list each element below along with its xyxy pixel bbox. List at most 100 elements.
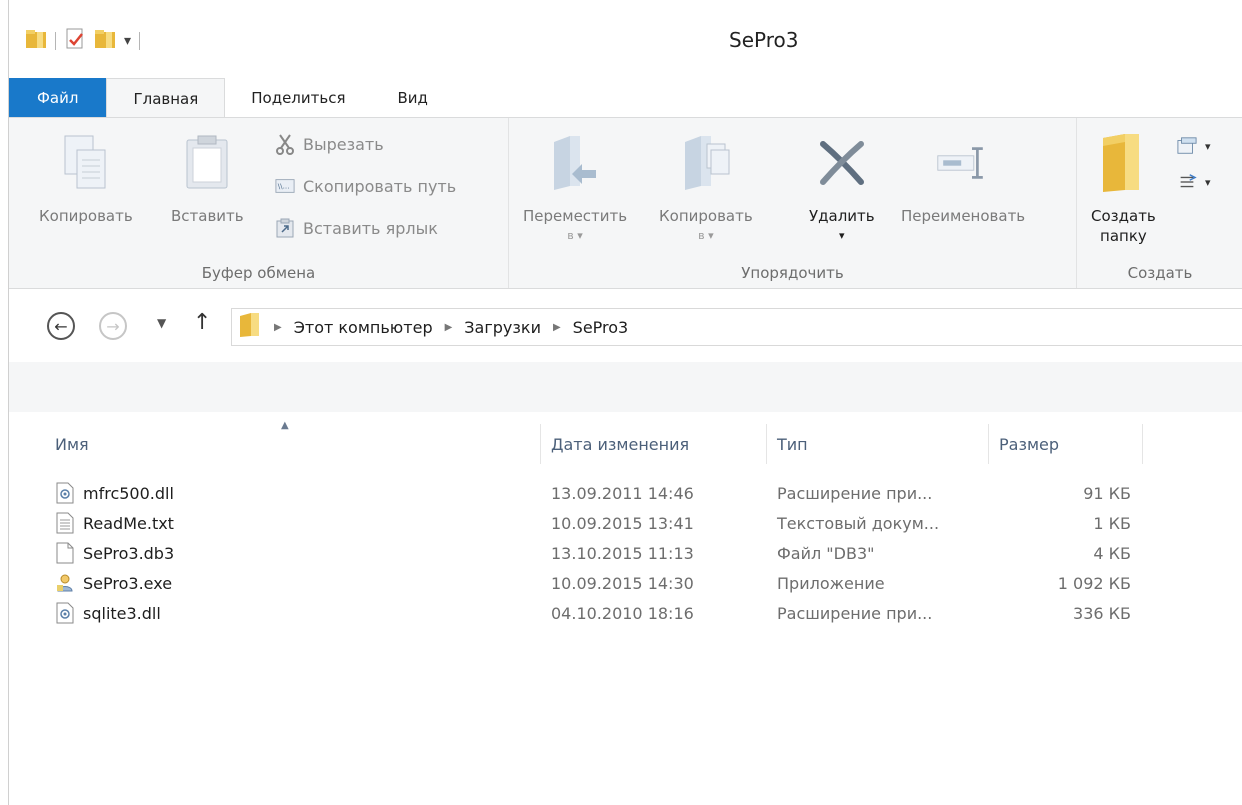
back-arrow-icon: ← <box>54 316 68 336</box>
file-type: Приложение <box>777 573 885 593</box>
column-header-size[interactable]: Размер <box>991 424 1143 464</box>
file-date: 10.09.2015 13:41 <box>551 513 694 533</box>
paste-shortcut-button[interactable]: Вставить ярлык <box>275 218 438 238</box>
dll-icon <box>55 482 75 504</box>
explorer-window: ▾ SePro3 Файл Главная Поделиться Вид Коп… <box>8 0 1242 805</box>
ribbon: Копировать Вставить Вырезать \\... Скопи… <box>9 117 1242 289</box>
paste-button-label: Вставить <box>171 207 244 225</box>
tab-view[interactable]: Вид <box>372 78 454 118</box>
rename-button[interactable]: Переименовать <box>901 132 1025 226</box>
svg-text:\\...: \\... <box>278 182 290 191</box>
new-group: Создать папку ▾ ▾ Создать <box>1077 118 1242 288</box>
column-header-name[interactable]: Имя <box>47 424 541 464</box>
breadcrumb-downloads[interactable]: Загрузки <box>464 318 541 337</box>
delete-button-label: Удалить <box>809 207 875 225</box>
exe-icon <box>55 572 75 594</box>
text-file-icon <box>55 512 75 534</box>
rename-button-label: Переименовать <box>901 207 1026 225</box>
delete-button[interactable]: Удалить ▾ <box>809 132 875 246</box>
copy-to-dropdown-label: в ▾ <box>698 229 714 242</box>
file-name-cell: SePro3.exe <box>55 568 172 598</box>
delete-x-icon <box>815 132 869 194</box>
copy-path-icon: \\... <box>275 176 295 196</box>
navigation-band <box>9 362 1242 412</box>
file-type: Файл "DB3" <box>777 543 875 563</box>
breadcrumb-separator[interactable]: ▶ <box>274 322 282 333</box>
column-header-type[interactable]: Тип <box>769 424 989 464</box>
file-name: SePro3.db3 <box>83 543 175 563</box>
title-bar: ▾ SePro3 <box>9 0 1242 78</box>
address-bar[interactable]: ▶ Этот компьютер ▶ Загрузки ▶ SePro3 <box>231 308 1242 346</box>
file-date: 13.10.2015 11:13 <box>551 543 694 563</box>
file-name-cell: SePro3.db3 <box>55 538 174 568</box>
breadcrumb-separator[interactable]: ▶ <box>445 322 453 333</box>
easy-access-icon <box>1177 172 1197 192</box>
forward-arrow-icon: → <box>106 316 120 336</box>
file-type: Расширение при... <box>777 483 933 503</box>
paste-button[interactable]: Вставить <box>171 132 244 226</box>
file-name-cell: mfrc500.dll <box>55 478 174 508</box>
file-size: 1 092 КБ <box>1057 573 1131 593</box>
file-size: 336 КБ <box>1073 603 1131 623</box>
file-date: 13.09.2011 14:46 <box>551 483 694 503</box>
breadcrumb-sepro3[interactable]: SePro3 <box>573 318 629 337</box>
breadcrumb-separator[interactable]: ▶ <box>553 322 561 333</box>
forward-button[interactable]: → <box>99 312 127 340</box>
easy-access-button[interactable]: ▾ <box>1177 172 1211 192</box>
file-row[interactable]: sqlite3.dll 04.10.2010 18:16 Расширение … <box>45 598 1145 628</box>
cut-button-label: Вырезать <box>303 134 384 154</box>
column-header-date[interactable]: Дата изменения <box>543 424 767 464</box>
tab-share[interactable]: Поделиться <box>225 78 371 118</box>
easy-access-dropdown-icon: ▾ <box>1205 175 1211 189</box>
rename-icon <box>936 132 990 194</box>
file-row[interactable]: SePro3.exe 10.09.2015 14:30 Приложение 1… <box>45 568 1145 598</box>
new-folder-label-2: папку <box>1100 227 1147 245</box>
file-row[interactable]: SePro3.db3 13.10.2015 11:13 Файл "DB3" 4… <box>45 538 1145 568</box>
file-row[interactable]: mfrc500.dll 13.09.2011 14:46 Расширение … <box>45 478 1145 508</box>
paste-shortcut-button-label: Вставить ярлык <box>303 218 438 238</box>
cut-button[interactable]: Вырезать <box>275 134 384 155</box>
new-folder-button[interactable]: Создать папку <box>1091 132 1156 246</box>
organize-group-label: Упорядочить <box>741 264 844 282</box>
copy-icon <box>59 132 113 194</box>
copy-to-icon <box>679 132 733 194</box>
tab-file[interactable]: Файл <box>9 78 107 118</box>
up-arrow-icon: ↑ <box>193 310 212 335</box>
breadcrumb-this-pc[interactable]: Этот компьютер <box>294 318 433 337</box>
new-item-button[interactable]: ▾ <box>1177 136 1211 156</box>
paste-icon <box>180 132 234 194</box>
move-to-dropdown-label: в ▾ <box>567 229 583 242</box>
file-name: ReadMe.txt <box>83 513 174 533</box>
up-button[interactable]: ↑ <box>193 310 211 335</box>
file-date: 10.09.2015 14:30 <box>551 573 694 593</box>
tab-home[interactable]: Главная <box>106 78 226 118</box>
paste-shortcut-icon <box>275 218 295 238</box>
file-date: 04.10.2010 18:16 <box>551 603 694 623</box>
copy-path-button-label: Скопировать путь <box>303 176 457 196</box>
file-name: sqlite3.dll <box>83 603 161 623</box>
delete-dropdown-label: ▾ <box>839 229 845 242</box>
file-size: 1 КБ <box>1093 513 1131 533</box>
move-to-button[interactable]: Переместить в ▾ <box>523 132 627 246</box>
file-name: SePro3.exe <box>83 573 173 593</box>
copy-to-button-label: Копировать <box>659 207 753 225</box>
scissors-icon <box>275 134 295 155</box>
dll-icon <box>55 602 75 624</box>
clipboard-group: Копировать Вставить Вырезать \\... Скопи… <box>9 118 509 288</box>
copy-button[interactable]: Копировать <box>39 132 133 226</box>
file-row[interactable]: ReadMe.txt 10.09.2015 13:41 Текстовый до… <box>45 508 1145 538</box>
file-name: mfrc500.dll <box>83 483 174 503</box>
move-to-icon <box>548 132 602 194</box>
file-name-cell: ReadMe.txt <box>55 508 174 538</box>
new-group-label: Создать <box>1127 264 1193 282</box>
copy-to-button[interactable]: Копировать в ▾ <box>659 132 753 246</box>
chevron-down-icon: ▼ <box>157 316 167 330</box>
recent-locations-dropdown[interactable]: ▼ <box>157 316 166 330</box>
address-row: ← → ▼ ↑ ▶ Этот компьютер ▶ Загрузки ▶ Se… <box>9 300 1242 356</box>
window-title: SePro3 <box>729 28 799 52</box>
copy-path-button[interactable]: \\... Скопировать путь <box>275 176 456 196</box>
ribbon-tabs: Файл Главная Поделиться Вид <box>9 78 1242 118</box>
back-button[interactable]: ← <box>47 312 75 340</box>
move-to-button-label: Переместить <box>523 207 628 225</box>
organize-group: Переместить в ▾ Копировать в ▾ Удалить ▾ <box>509 118 1077 288</box>
